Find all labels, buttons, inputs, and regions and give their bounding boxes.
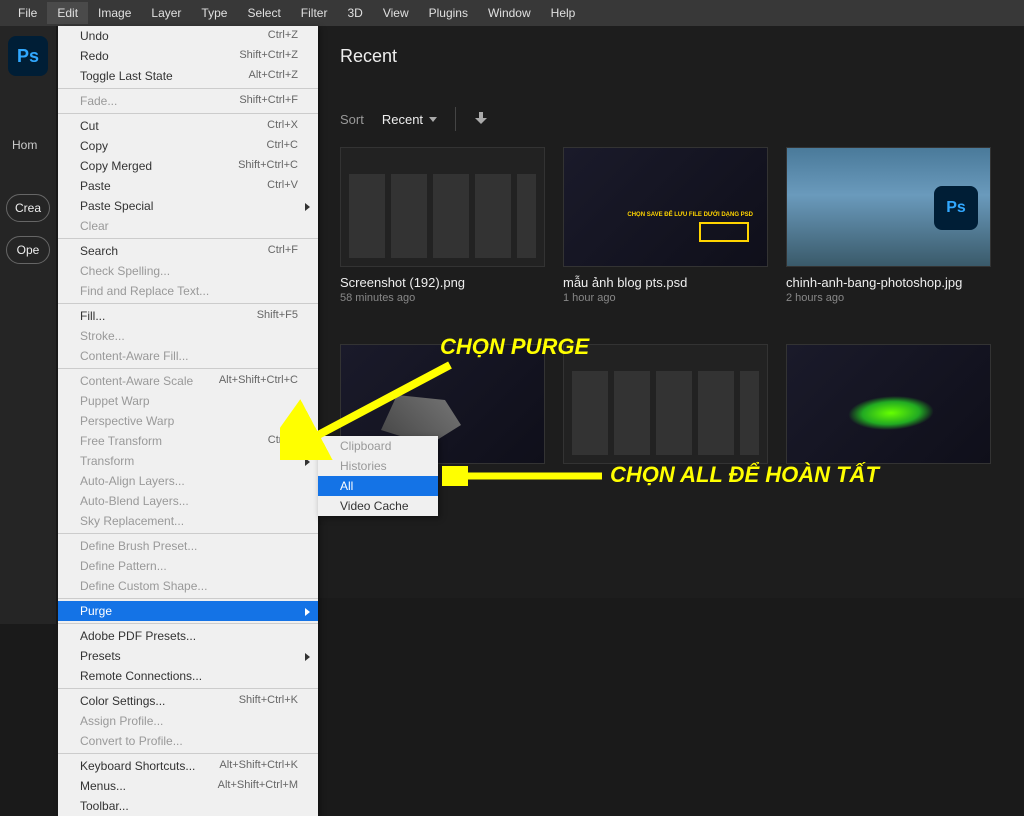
- menu-item-paste[interactable]: PasteCtrl+V: [58, 176, 318, 196]
- menubar-item-file[interactable]: File: [8, 2, 47, 24]
- menu-separator: [58, 303, 318, 304]
- download-icon[interactable]: [474, 112, 488, 126]
- menu-item-assign-profile: Assign Profile...: [58, 711, 318, 731]
- menubar-item-help[interactable]: Help: [541, 2, 586, 24]
- submenu-arrow-icon: [305, 203, 310, 211]
- recent-file-thumb[interactable]: CHỌN SAVE ĐỂ LƯU FILE DƯỚI DẠNG PSD mẫu ả…: [563, 147, 768, 304]
- menubar-item-layer[interactable]: Layer: [141, 2, 191, 24]
- recent-file-thumb[interactable]: [786, 344, 991, 464]
- menu-item-cut[interactable]: CutCtrl+X: [58, 116, 318, 136]
- submenu-arrow-icon: [305, 653, 310, 661]
- menu-item-fade: Fade...Shift+Ctrl+F: [58, 91, 318, 111]
- menu-item-find-and-replace-text: Find and Replace Text...: [58, 281, 318, 301]
- divider: [455, 107, 456, 131]
- menubar-item-image[interactable]: Image: [88, 2, 141, 24]
- menu-item-auto-blend-layers: Auto-Blend Layers...: [58, 491, 318, 511]
- menu-item-fill[interactable]: Fill...Shift+F5: [58, 306, 318, 326]
- page-title: Recent: [340, 46, 397, 67]
- thumb-time: 2 hours ago: [786, 292, 991, 304]
- thumb-title: Screenshot (192).png: [340, 275, 545, 290]
- menu-item-redo[interactable]: RedoShift+Ctrl+Z: [58, 46, 318, 66]
- recent-file-thumb[interactable]: Screenshot (192).png 58 minutes ago: [340, 147, 545, 304]
- menu-item-define-brush-preset: Define Brush Preset...: [58, 536, 318, 556]
- menu-item-color-settings[interactable]: Color Settings...Shift+Ctrl+K: [58, 691, 318, 711]
- menu-item-auto-align-layers: Auto-Align Layers...: [58, 471, 318, 491]
- menu-item-define-pattern: Define Pattern...: [58, 556, 318, 576]
- menu-item-search[interactable]: SearchCtrl+F: [58, 241, 318, 261]
- menu-item-check-spelling: Check Spelling...: [58, 261, 318, 281]
- thumb-title: chinh-anh-bang-photoshop.jpg: [786, 275, 991, 290]
- photoshop-logo: Ps: [8, 36, 48, 76]
- sort-dropdown[interactable]: Recent: [382, 112, 437, 127]
- create-button[interactable]: Crea: [6, 194, 50, 222]
- menu-item-puppet-warp: Puppet Warp: [58, 391, 318, 411]
- thumb-preview: CHỌN SAVE ĐỂ LƯU FILE DƯỚI DẠNG PSD: [563, 147, 768, 267]
- menu-separator: [58, 368, 318, 369]
- thumb-preview: Ps: [786, 147, 991, 267]
- menu-item-stroke: Stroke...: [58, 326, 318, 346]
- menu-item-content-aware-scale: Content-Aware ScaleAlt+Shift+Ctrl+C: [58, 371, 318, 391]
- menu-item-copy[interactable]: CopyCtrl+C: [58, 136, 318, 156]
- menubar-item-select[interactable]: Select: [237, 2, 290, 24]
- home-nav[interactable]: Hom: [4, 134, 52, 156]
- menu-item-transform: Transform: [58, 451, 318, 471]
- menu-item-menus[interactable]: Menus...Alt+Shift+Ctrl+M: [58, 776, 318, 796]
- chevron-down-icon: [429, 117, 437, 122]
- menu-separator: [58, 753, 318, 754]
- submenu-arrow-icon: [305, 608, 310, 616]
- menu-item-purge[interactable]: Purge: [58, 601, 318, 621]
- thumb-preview: [563, 344, 768, 464]
- menu-item-adobe-pdf-presets[interactable]: Adobe PDF Presets...: [58, 626, 318, 646]
- menu-item-keyboard-shortcuts[interactable]: Keyboard Shortcuts...Alt+Shift+Ctrl+K: [58, 756, 318, 776]
- thumb-time: 58 minutes ago: [340, 292, 545, 304]
- menubar-item-window[interactable]: Window: [478, 2, 541, 24]
- menu-item-sky-replacement: Sky Replacement...: [58, 511, 318, 531]
- menu-item-define-custom-shape: Define Custom Shape...: [58, 576, 318, 596]
- menu-item-toolbar[interactable]: Toolbar...: [58, 796, 318, 816]
- edit-menu-dropdown[interactable]: UndoCtrl+ZRedoShift+Ctrl+ZToggle Last St…: [58, 26, 318, 816]
- menu-separator: [58, 533, 318, 534]
- sort-label: Sort: [340, 112, 364, 127]
- submenu-item-clipboard: Clipboard: [318, 436, 438, 456]
- menubar-item-type[interactable]: Type: [191, 2, 237, 24]
- menubar-item-3d[interactable]: 3D: [337, 2, 372, 24]
- menubar-item-plugins[interactable]: Plugins: [419, 2, 478, 24]
- menu-item-paste-special[interactable]: Paste Special: [58, 196, 318, 216]
- menu-item-toggle-last-state[interactable]: Toggle Last StateAlt+Ctrl+Z: [58, 66, 318, 86]
- menu-item-clear: Clear: [58, 216, 318, 236]
- submenu-item-all[interactable]: All: [318, 476, 438, 496]
- recent-file-thumb[interactable]: [563, 344, 768, 464]
- thumb-preview: [340, 147, 545, 267]
- menu-separator: [58, 238, 318, 239]
- menu-separator: [58, 88, 318, 89]
- menu-item-perspective-warp: Perspective Warp: [58, 411, 318, 431]
- menu-item-remote-connections[interactable]: Remote Connections...: [58, 666, 318, 686]
- menu-item-free-transform: Free TransformCtrl+T: [58, 431, 318, 451]
- open-button[interactable]: Ope: [6, 236, 50, 264]
- menu-item-copy-merged[interactable]: Copy MergedShift+Ctrl+C: [58, 156, 318, 176]
- menu-item-convert-to-profile: Convert to Profile...: [58, 731, 318, 751]
- thumb-title: mẫu ảnh blog pts.psd: [563, 275, 768, 290]
- thumb-time: 1 hour ago: [563, 292, 768, 304]
- menubar-item-filter[interactable]: Filter: [291, 2, 338, 24]
- menubar-item-edit[interactable]: Edit: [47, 2, 88, 24]
- menu-item-content-aware-fill: Content-Aware Fill...: [58, 346, 318, 366]
- menu-separator: [58, 598, 318, 599]
- menu-separator: [58, 113, 318, 114]
- submenu-item-histories: Histories: [318, 456, 438, 476]
- menu-separator: [58, 688, 318, 689]
- recent-file-thumb[interactable]: Ps chinh-anh-bang-photoshop.jpg 2 hours ag…: [786, 147, 991, 304]
- menu-item-undo[interactable]: UndoCtrl+Z: [58, 26, 318, 46]
- sort-value: Recent: [382, 112, 423, 127]
- menu-separator: [58, 623, 318, 624]
- thumb-preview: [786, 344, 991, 464]
- menubar-item-view[interactable]: View: [373, 2, 419, 24]
- menu-item-presets[interactable]: Presets: [58, 646, 318, 666]
- submenu-item-video-cache[interactable]: Video Cache: [318, 496, 438, 516]
- purge-submenu[interactable]: ClipboardHistoriesAllVideo Cache: [318, 436, 438, 516]
- submenu-arrow-icon: [305, 458, 310, 466]
